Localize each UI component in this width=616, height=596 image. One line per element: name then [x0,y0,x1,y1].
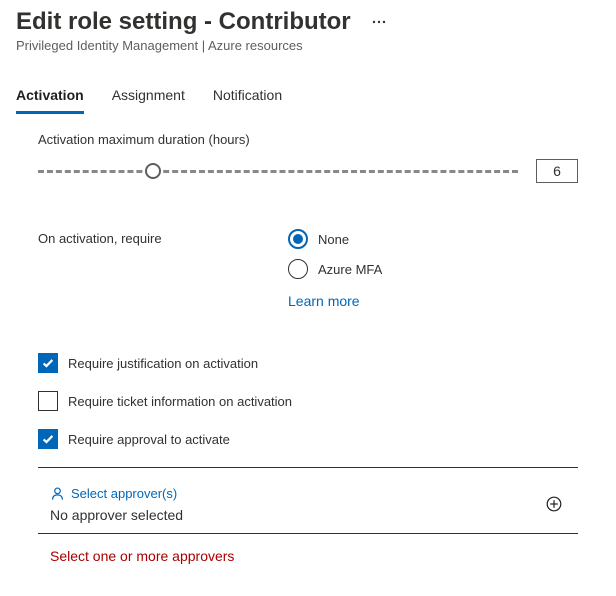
user-icon [50,486,65,501]
checkbox-require-ticket[interactable] [38,391,58,411]
duration-value-input[interactable]: 6 [536,159,578,183]
radio-icon-selected [288,229,308,249]
radio-icon-unselected [288,259,308,279]
divider [38,467,578,468]
checkbox-require-approval[interactable] [38,429,58,449]
checkbox-require-justification-label[interactable]: Require justification on activation [68,356,258,371]
approver-section: Select approver(s) No approver selected [38,474,578,525]
add-approver-button[interactable] [542,492,566,516]
on-activation-require-label: On activation, require [38,229,258,246]
require-radio-group: None Azure MFA Learn more [288,229,382,309]
divider [38,533,578,534]
checkbox-require-justification[interactable] [38,353,58,373]
duration-label: Activation maximum duration (hours) [38,132,578,147]
select-approvers-label: Select approver(s) [71,486,177,501]
more-icon[interactable] [367,10,391,34]
page-title: Edit role setting - Contributor [16,8,351,36]
select-approvers-link[interactable]: Select approver(s) [50,486,183,501]
radio-none[interactable]: None [288,229,382,249]
radio-none-label: None [318,232,349,247]
radio-azure-mfa[interactable]: Azure MFA [288,259,382,279]
radio-azure-mfa-label: Azure MFA [318,262,382,277]
tab-notification[interactable]: Notification [213,81,282,114]
approver-selected-value: No approver selected [50,507,183,523]
duration-slider[interactable] [38,163,518,179]
tabs: Activation Assignment Notification [16,81,600,114]
checkbox-require-approval-label[interactable]: Require approval to activate [68,432,230,447]
learn-more-link[interactable]: Learn more [288,293,382,309]
tab-activation[interactable]: Activation [16,81,84,114]
slider-track [38,170,518,173]
page-subtitle: Privileged Identity Management | Azure r… [16,38,600,53]
slider-thumb[interactable] [145,163,161,179]
approver-error-message: Select one or more approvers [50,548,578,564]
tab-assignment[interactable]: Assignment [112,81,185,114]
checkbox-require-ticket-label[interactable]: Require ticket information on activation [68,394,292,409]
